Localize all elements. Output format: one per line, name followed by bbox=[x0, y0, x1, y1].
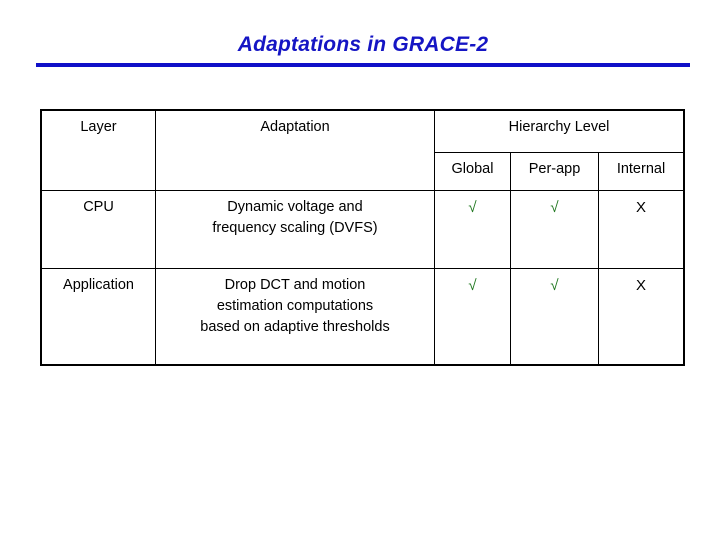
cell-adaptation-cpu: Dynamic voltage and frequency scaling (D… bbox=[155, 190, 435, 269]
layer-label: CPU bbox=[83, 199, 114, 215]
cell-internal-cpu: X bbox=[597, 190, 685, 269]
header-label-adaptation: Adaptation bbox=[260, 119, 330, 135]
header-cell-layer: Layer bbox=[41, 110, 156, 191]
adaptation-line: Drop DCT and motion bbox=[224, 277, 366, 293]
adaptation-text: Drop DCT and motion estimation computati… bbox=[156, 269, 434, 343]
cell-layer-application: Application bbox=[41, 268, 156, 365]
check-icon: √ bbox=[468, 199, 477, 216]
cell-adaptation-application: Drop DCT and motion estimation computati… bbox=[155, 268, 435, 365]
cell-layer-cpu: CPU bbox=[41, 190, 156, 269]
adaptation-text: Dynamic voltage and frequency scaling (D… bbox=[156, 191, 434, 244]
header-cell-hierarchy-level: Hierarchy Level bbox=[433, 110, 685, 153]
table-header-row-primary: Layer Adaptation Hierarchy Level bbox=[41, 110, 685, 191]
check-icon: √ bbox=[550, 199, 559, 216]
header-cell-global: Global bbox=[434, 152, 511, 191]
header-label-per-app: Per-app bbox=[528, 161, 581, 177]
cell-global-application: √ bbox=[434, 268, 511, 365]
table-row: CPU Dynamic voltage and frequency scalin… bbox=[41, 190, 685, 269]
cell-per-app-cpu: √ bbox=[510, 190, 599, 269]
check-icon: √ bbox=[550, 277, 559, 294]
title-underline-rule bbox=[36, 63, 690, 67]
header-cell-adaptation: Adaptation bbox=[155, 110, 435, 191]
header-label-global: Global bbox=[451, 161, 494, 177]
cell-internal-application: X bbox=[597, 268, 685, 365]
adaptation-line: Dynamic voltage and bbox=[227, 199, 363, 215]
adaptation-line: based on adaptive thresholds bbox=[200, 319, 390, 336]
cross-icon: X bbox=[636, 199, 647, 216]
layer-label: Application bbox=[63, 277, 134, 293]
header-label-internal: Internal bbox=[616, 161, 666, 177]
adaptation-line: estimation computations bbox=[216, 298, 374, 315]
table-row: Application Drop DCT and motion estimati… bbox=[41, 268, 685, 365]
header-label-hierarchy-level: Hierarchy Level bbox=[508, 119, 610, 135]
check-icon: √ bbox=[468, 277, 477, 294]
adaptation-table: Layer Adaptation Hierarchy Level Global … bbox=[39, 109, 686, 366]
adaptation-line: frequency scaling (DVFS) bbox=[212, 220, 378, 237]
header-cell-per-app: Per-app bbox=[510, 152, 599, 191]
cell-global-cpu: √ bbox=[434, 190, 511, 269]
header-label-layer: Layer bbox=[80, 119, 117, 135]
header-cell-internal: Internal bbox=[597, 152, 685, 191]
page-title: Adaptations in GRACE-2 bbox=[237, 33, 489, 56]
cell-per-app-application: √ bbox=[510, 268, 599, 365]
cross-icon: X bbox=[636, 277, 647, 294]
